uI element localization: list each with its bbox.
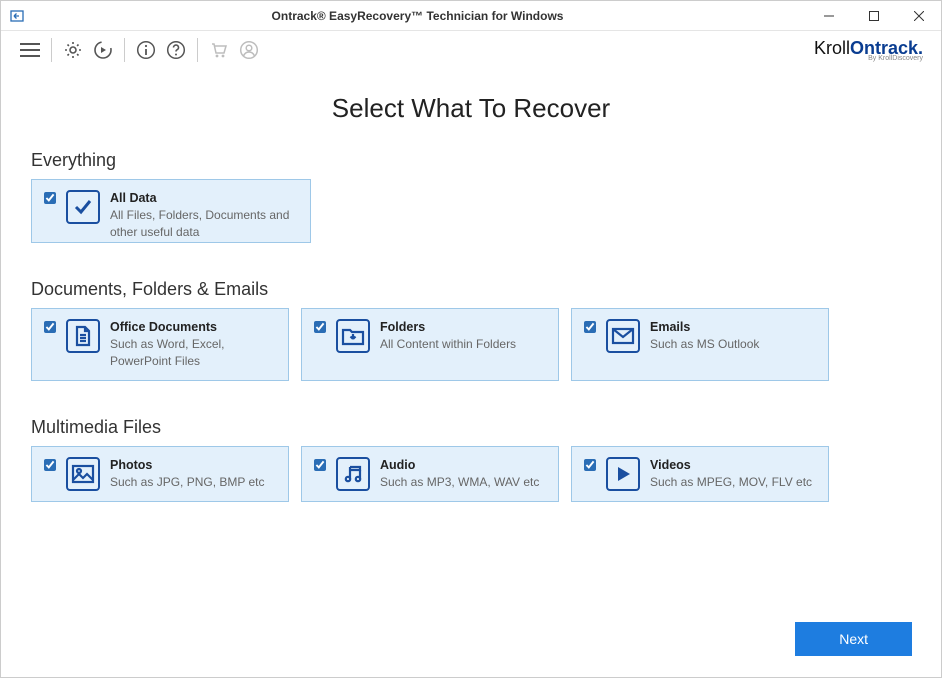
card-title: Office Documents bbox=[110, 319, 276, 336]
toolbar-group-2 bbox=[135, 39, 187, 61]
info-icon[interactable] bbox=[135, 39, 157, 61]
gear-icon[interactable] bbox=[62, 39, 84, 61]
card-audio[interactable]: Audio Such as MP3, WMA, WAV etc bbox=[301, 446, 559, 502]
window-title: Ontrack® EasyRecovery™ Technician for Wi… bbox=[29, 9, 806, 23]
card-desc: Such as MPEG, MOV, FLV etc bbox=[650, 475, 812, 489]
checkbox-folders[interactable] bbox=[314, 321, 326, 333]
brand-part1: Kroll bbox=[814, 38, 850, 58]
main-content: Select What To Recover Everything All Da… bbox=[1, 69, 941, 502]
card-title: Videos bbox=[650, 457, 812, 474]
card-office-documents[interactable]: Office Documents Such as Word, Excel, Po… bbox=[31, 308, 289, 381]
toolbar-group-1 bbox=[62, 39, 114, 61]
close-button[interactable] bbox=[896, 1, 941, 31]
page-title: Select What To Recover bbox=[31, 93, 911, 124]
card-all-data[interactable]: All Data All Files, Folders, Documents a… bbox=[31, 179, 311, 243]
checkbox-all-data[interactable] bbox=[44, 192, 56, 204]
card-title: Photos bbox=[110, 457, 265, 474]
folder-download-icon bbox=[336, 319, 370, 353]
card-title: Folders bbox=[380, 319, 516, 336]
section-label-documents: Documents, Folders & Emails bbox=[31, 279, 911, 300]
section-multimedia: Multimedia Files Photos Such as JPG, PNG… bbox=[31, 417, 911, 502]
toolbar-group-3 bbox=[208, 39, 260, 61]
music-note-icon bbox=[336, 457, 370, 491]
brand-logo: KrollOntrack. By KrollDiscovery bbox=[814, 39, 923, 62]
document-icon bbox=[66, 319, 100, 353]
hamburger-menu-icon[interactable] bbox=[19, 39, 41, 61]
card-videos[interactable]: Videos Such as MPEG, MOV, FLV etc bbox=[571, 446, 829, 502]
card-desc: Such as JPG, PNG, BMP etc bbox=[110, 475, 265, 489]
envelope-icon bbox=[606, 319, 640, 353]
section-everything: Everything All Data All Files, Folders, … bbox=[31, 150, 911, 243]
resume-recovery-icon[interactable] bbox=[92, 39, 114, 61]
maximize-button[interactable] bbox=[851, 1, 896, 31]
section-label-everything: Everything bbox=[31, 150, 911, 171]
cart-icon[interactable] bbox=[208, 39, 230, 61]
card-emails[interactable]: Emails Such as MS Outlook bbox=[571, 308, 829, 381]
footer: Next bbox=[795, 622, 912, 656]
separator bbox=[124, 38, 125, 62]
help-icon[interactable] bbox=[165, 39, 187, 61]
card-title: Audio bbox=[380, 457, 539, 474]
section-documents: Documents, Folders & Emails Office Docum… bbox=[31, 279, 911, 381]
photo-icon bbox=[66, 457, 100, 491]
separator bbox=[197, 38, 198, 62]
checkbox-office-documents[interactable] bbox=[44, 321, 56, 333]
checkbox-audio[interactable] bbox=[314, 459, 326, 471]
card-desc: All Files, Folders, Documents and other … bbox=[110, 208, 289, 239]
minimize-button[interactable] bbox=[806, 1, 851, 31]
checkbox-photos[interactable] bbox=[44, 459, 56, 471]
toolbar: KrollOntrack. By KrollDiscovery bbox=[1, 31, 941, 69]
card-photos[interactable]: Photos Such as JPG, PNG, BMP etc bbox=[31, 446, 289, 502]
app-icon bbox=[9, 8, 25, 24]
next-button[interactable]: Next bbox=[795, 622, 912, 656]
titlebar: Ontrack® EasyRecovery™ Technician for Wi… bbox=[1, 1, 941, 31]
card-desc: Such as Word, Excel, PowerPoint Files bbox=[110, 337, 225, 368]
card-desc: Such as MP3, WMA, WAV etc bbox=[380, 475, 539, 489]
card-desc: Such as MS Outlook bbox=[650, 337, 759, 351]
play-icon bbox=[606, 457, 640, 491]
card-title: Emails bbox=[650, 319, 759, 336]
check-icon bbox=[66, 190, 100, 224]
separator bbox=[51, 38, 52, 62]
checkbox-emails[interactable] bbox=[584, 321, 596, 333]
section-label-multimedia: Multimedia Files bbox=[31, 417, 911, 438]
card-folders[interactable]: Folders All Content within Folders bbox=[301, 308, 559, 381]
card-title: All Data bbox=[110, 190, 298, 207]
window-controls bbox=[806, 1, 941, 31]
card-desc: All Content within Folders bbox=[380, 337, 516, 351]
checkbox-videos[interactable] bbox=[584, 459, 596, 471]
user-icon[interactable] bbox=[238, 39, 260, 61]
